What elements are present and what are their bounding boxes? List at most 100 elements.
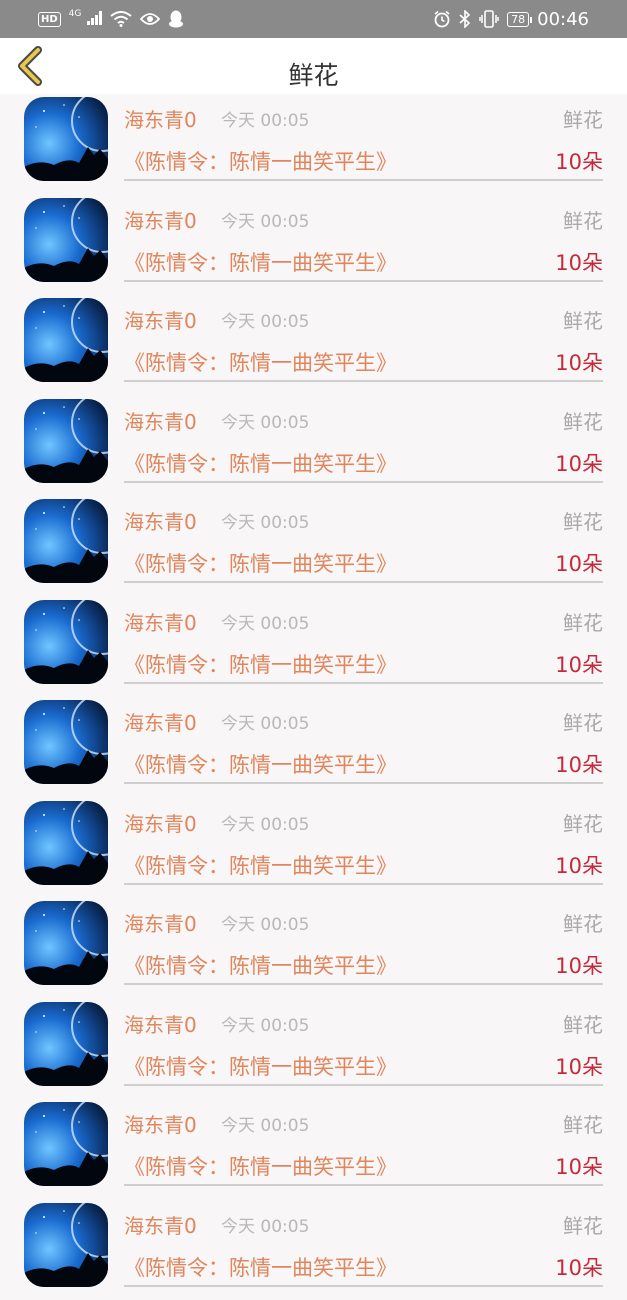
user-name: 海东青0 — [124, 406, 197, 435]
user-name: 海东青0 — [124, 607, 197, 636]
gift-type: 鲜花 — [563, 406, 603, 435]
divider — [124, 380, 603, 382]
song-title: 《陈情令：陈情一曲笑平生》 — [124, 1151, 397, 1181]
user-name: 海东青0 — [124, 305, 197, 334]
avatar[interactable] — [24, 600, 108, 684]
avatar-image — [24, 198, 108, 282]
record-time: 今天 00:05 — [221, 408, 309, 433]
divider — [124, 1184, 603, 1186]
gift-count: 10朵 — [555, 1252, 603, 1282]
user-name: 海东青0 — [124, 808, 197, 837]
list-item[interactable]: 海东青0 今天 00:05 鲜花 《陈情令：陈情一曲笑平生》 10朵 — [0, 898, 627, 999]
gift-type: 鲜花 — [563, 205, 603, 234]
gift-type: 鲜花 — [563, 607, 603, 636]
avatar-image — [24, 399, 108, 483]
record-time: 今天 00:05 — [221, 307, 309, 332]
user-name: 海东青0 — [124, 1109, 197, 1138]
battery-icon: 78 — [507, 12, 529, 27]
bluetooth-icon — [459, 10, 471, 28]
signal-icon: 4G — [69, 9, 102, 30]
divider — [124, 481, 603, 483]
song-title: 《陈情令：陈情一曲笑平生》 — [124, 146, 397, 176]
avatar[interactable] — [24, 399, 108, 483]
list-item[interactable]: 海东青0 今天 00:05 鲜花 《陈情令：陈情一曲笑平生》 10朵 — [0, 396, 627, 497]
gift-count: 10朵 — [555, 749, 603, 779]
divider — [124, 280, 603, 282]
song-title: 《陈情令：陈情一曲笑平生》 — [124, 850, 397, 880]
divider — [124, 782, 603, 784]
status-left: HD 4G — [38, 9, 184, 30]
gift-type: 鲜花 — [563, 104, 603, 133]
record-time: 今天 00:05 — [221, 1111, 309, 1136]
list-item[interactable]: 海东青0 今天 00:05 鲜花 《陈情令：陈情一曲笑平生》 10朵 — [0, 195, 627, 296]
gift-type: 鲜花 — [563, 808, 603, 837]
avatar-image — [24, 97, 108, 181]
song-title: 《陈情令：陈情一曲笑平生》 — [124, 950, 397, 980]
song-title: 《陈情令：陈情一曲笑平生》 — [124, 247, 397, 277]
avatar[interactable] — [24, 901, 108, 985]
gift-type: 鲜花 — [563, 1210, 603, 1239]
gift-type: 鲜花 — [563, 506, 603, 535]
avatar-image — [24, 901, 108, 985]
user-name: 海东青0 — [124, 1210, 197, 1239]
gift-count: 10朵 — [555, 1051, 603, 1081]
list-item[interactable]: 海东青0 今天 00:05 鲜花 《陈情令：陈情一曲笑平生》 10朵 — [0, 496, 627, 597]
song-title: 《陈情令：陈情一曲笑平生》 — [124, 649, 397, 679]
status-right: 78 00:46 — [433, 9, 589, 30]
divider — [124, 983, 603, 985]
gift-count: 10朵 — [555, 850, 603, 880]
status-time: 00:46 — [537, 9, 589, 30]
gift-type: 鲜花 — [563, 1109, 603, 1138]
network-type: 4G — [69, 9, 82, 19]
list-item[interactable]: 海东青0 今天 00:05 鲜花 《陈情令：陈情一曲笑平生》 10朵 — [0, 999, 627, 1100]
song-title: 《陈情令：陈情一曲笑平生》 — [124, 1051, 397, 1081]
record-time: 今天 00:05 — [221, 910, 309, 935]
avatar[interactable] — [24, 298, 108, 382]
list-item[interactable]: 海东青0 今天 00:05 鲜花 《陈情令：陈情一曲笑平生》 10朵 — [0, 798, 627, 899]
divider — [124, 581, 603, 583]
list-item[interactable]: 海东青0 今天 00:05 鲜花 《陈情令：陈情一曲笑平生》 10朵 — [0, 1200, 627, 1300]
divider — [124, 1285, 603, 1287]
song-title: 《陈情令：陈情一曲笑平生》 — [124, 749, 397, 779]
avatar[interactable] — [24, 499, 108, 583]
divider — [124, 682, 603, 684]
avatar[interactable] — [24, 1203, 108, 1287]
list-item[interactable]: 海东青0 今天 00:05 鲜花 《陈情令：陈情一曲笑平生》 10朵 — [0, 94, 627, 195]
avatar[interactable] — [24, 1002, 108, 1086]
avatar[interactable] — [24, 1102, 108, 1186]
avatar[interactable] — [24, 801, 108, 885]
song-title: 《陈情令：陈情一曲笑平生》 — [124, 347, 397, 377]
gift-type: 鲜花 — [563, 908, 603, 937]
page-title: 鲜花 — [0, 56, 627, 92]
record-time: 今天 00:05 — [221, 207, 309, 232]
user-name: 海东青0 — [124, 1009, 197, 1038]
gift-type: 鲜花 — [563, 707, 603, 736]
gift-count: 10朵 — [555, 146, 603, 176]
gift-type: 鲜花 — [563, 305, 603, 334]
gift-record-list[interactable]: 海东青0 今天 00:05 鲜花 《陈情令：陈情一曲笑平生》 10朵 — [0, 94, 627, 1300]
record-time: 今天 00:05 — [221, 106, 309, 131]
list-item[interactable]: 海东青0 今天 00:05 鲜花 《陈情令：陈情一曲笑平生》 10朵 — [0, 295, 627, 396]
list-item[interactable]: 海东青0 今天 00:05 鲜花 《陈情令：陈情一曲笑平生》 10朵 — [0, 697, 627, 798]
avatar[interactable] — [24, 97, 108, 181]
user-name: 海东青0 — [124, 205, 197, 234]
divider — [124, 1084, 603, 1086]
eye-icon — [140, 12, 160, 26]
record-time: 今天 00:05 — [221, 810, 309, 835]
qq-icon — [168, 10, 184, 28]
hd-badge: HD — [38, 12, 61, 27]
avatar-image — [24, 1002, 108, 1086]
divider — [124, 179, 603, 181]
avatar[interactable] — [24, 700, 108, 784]
user-name: 海东青0 — [124, 506, 197, 535]
record-time: 今天 00:05 — [221, 1212, 309, 1237]
avatar-image — [24, 1102, 108, 1186]
app-header: 鲜花 — [0, 38, 627, 94]
list-item[interactable]: 海东青0 今天 00:05 鲜花 《陈情令：陈情一曲笑平生》 10朵 — [0, 597, 627, 698]
vibrate-icon — [479, 10, 499, 28]
record-time: 今天 00:05 — [221, 1011, 309, 1036]
list-item[interactable]: 海东青0 今天 00:05 鲜花 《陈情令：陈情一曲笑平生》 10朵 — [0, 1099, 627, 1200]
gift-count: 10朵 — [555, 448, 603, 478]
avatar[interactable] — [24, 198, 108, 282]
gift-count: 10朵 — [555, 649, 603, 679]
